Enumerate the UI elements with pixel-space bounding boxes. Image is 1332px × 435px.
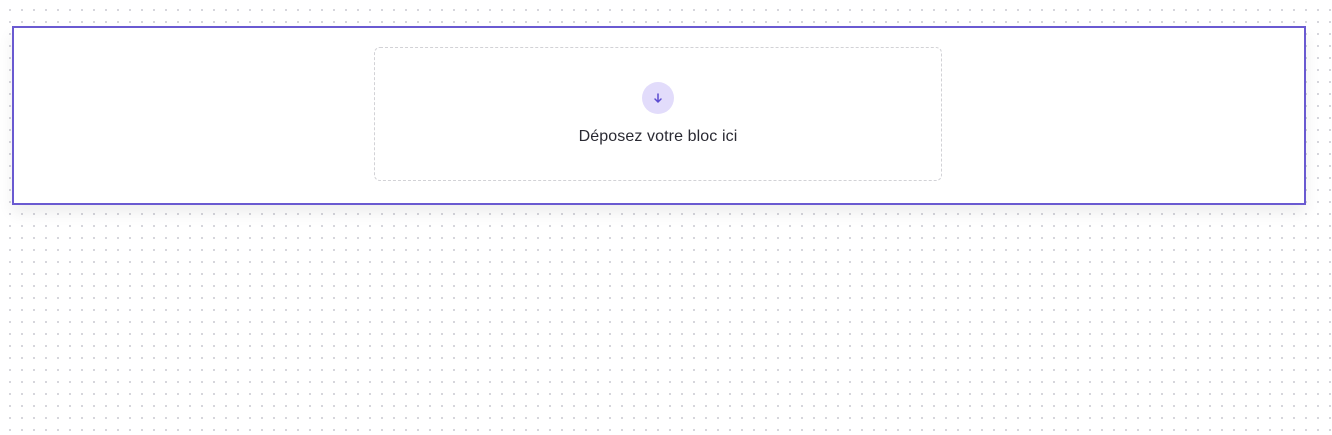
block-dropzone[interactable]: Déposez votre bloc ici [374, 47, 942, 181]
dropzone-label: Déposez votre bloc ici [578, 128, 738, 145]
arrow-down-icon [642, 82, 674, 114]
canvas-area[interactable]: Déposez votre bloc ici [0, 0, 1332, 435]
selected-section[interactable]: Déposez votre bloc ici [12, 26, 1306, 205]
arrow-down-glyph [654, 93, 662, 103]
